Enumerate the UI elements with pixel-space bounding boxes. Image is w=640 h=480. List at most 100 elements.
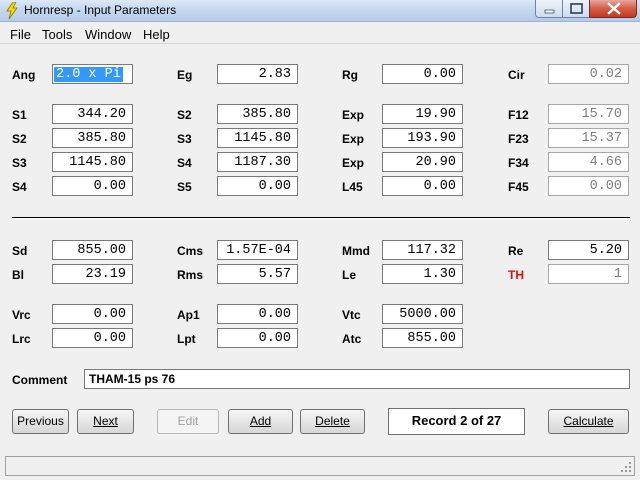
label-mmd: Mmd <box>342 244 370 258</box>
label-s5: S5 <box>177 180 192 194</box>
l45-field[interactable]: 0.00 <box>382 176 463 196</box>
s4-col2-field[interactable]: 1187.30 <box>217 152 298 172</box>
s4-field[interactable]: 0.00 <box>52 176 133 196</box>
label-s2: S2 <box>12 132 27 146</box>
label-le: Le <box>342 268 357 282</box>
label-vrc: Vrc <box>12 308 31 322</box>
label-re: Re <box>508 244 524 258</box>
add-label: Add <box>249 414 272 428</box>
label-rms: Rms <box>177 268 204 282</box>
lrc-field[interactable]: 0.00 <box>52 328 133 348</box>
cir-field: 0.02 <box>548 64 629 84</box>
label-comment: Comment <box>12 373 68 387</box>
vrc-field[interactable]: 0.00 <box>52 304 133 324</box>
label-s3-col2: S3 <box>177 132 192 146</box>
vtc-field[interactable]: 5000.00 <box>382 304 463 324</box>
menu-file[interactable]: File <box>10 27 31 42</box>
next-button[interactable]: Next <box>77 409 134 434</box>
label-f12: F12 <box>508 108 529 122</box>
previous-button[interactable]: Previous <box>12 409 69 434</box>
window-title: Hornresp - Input Parameters <box>24 3 177 17</box>
label-lpt: Lpt <box>177 332 196 346</box>
delete-button[interactable]: Delete <box>300 409 365 434</box>
close-button[interactable] <box>589 0 637 18</box>
label-s2-col2: S2 <box>177 108 192 122</box>
le-field[interactable]: 1.30 <box>382 264 463 284</box>
exp3-field[interactable]: 20.90 <box>382 152 463 172</box>
f23-field: 15.37 <box>548 128 629 148</box>
add-button[interactable]: Add <box>228 409 293 434</box>
section-divider <box>12 217 630 219</box>
s3-field[interactable]: 1145.80 <box>52 152 133 172</box>
label-vtc: Vtc <box>342 308 361 322</box>
s1-field[interactable]: 344.20 <box>52 104 133 124</box>
next-label: Next <box>93 414 118 428</box>
menu-bar: File Tools Window Help <box>0 23 640 44</box>
th-field: 1 <box>548 264 629 284</box>
app-window: Hornresp - Input Parameters File Tools W… <box>0 0 640 480</box>
label-sd: Sd <box>12 244 28 258</box>
calculate-label: Calculate <box>563 414 614 428</box>
label-cir: Cir <box>508 68 525 82</box>
mmd-field[interactable]: 117.32 <box>382 240 463 260</box>
title-bar[interactable]: Hornresp - Input Parameters <box>0 0 640 22</box>
delete-label: Delete <box>315 414 350 428</box>
previous-label: Previous <box>17 414 64 428</box>
eg-field[interactable]: 2.83 <box>217 64 298 84</box>
label-lrc: Lrc <box>12 332 31 346</box>
ap1-field[interactable]: 0.00 <box>217 304 298 324</box>
label-ap1: Ap1 <box>177 308 200 322</box>
maximize-icon <box>570 3 583 14</box>
rg-field[interactable]: 0.00 <box>382 64 463 84</box>
s5-field[interactable]: 0.00 <box>217 176 298 196</box>
rms-field[interactable]: 5.57 <box>217 264 298 284</box>
exp1-field[interactable]: 19.90 <box>382 104 463 124</box>
s2-field[interactable]: 385.80 <box>52 128 133 148</box>
label-l45: L45 <box>342 180 363 194</box>
label-atc: Atc <box>342 332 362 346</box>
label-ang: Ang <box>12 68 36 82</box>
f34-field: 4.66 <box>548 152 629 172</box>
menu-window[interactable]: Window <box>85 27 131 42</box>
label-s4-col2: S4 <box>177 156 192 170</box>
menu-tools[interactable]: Tools <box>42 27 72 42</box>
cms-field[interactable]: 1.57E-04 <box>217 240 298 260</box>
lpt-field[interactable]: 0.00 <box>217 328 298 348</box>
bl-field[interactable]: 23.19 <box>52 264 133 284</box>
exp2-field[interactable]: 193.90 <box>382 128 463 148</box>
maximize-button[interactable] <box>562 0 590 18</box>
calculate-button[interactable]: Calculate <box>548 409 629 434</box>
comment-field[interactable]: THAM-15 ps 76 <box>84 369 630 389</box>
s2-col2-field[interactable]: 385.80 <box>217 104 298 124</box>
label-s3: S3 <box>12 156 27 170</box>
atc-field[interactable]: 855.00 <box>382 328 463 348</box>
close-icon <box>607 2 621 15</box>
ang-value: 2.0 x Pi <box>54 67 123 82</box>
sd-field[interactable]: 855.00 <box>52 240 133 260</box>
s3-col2-field[interactable]: 1145.80 <box>217 128 298 148</box>
label-exp1: Exp <box>342 108 365 122</box>
label-f34: F34 <box>508 156 529 170</box>
label-s1: S1 <box>12 108 27 122</box>
label-rg: Rg <box>342 68 358 82</box>
edit-label: Edit <box>177 414 199 428</box>
label-eg: Eg <box>177 68 193 82</box>
label-exp3: Exp <box>342 156 365 170</box>
edit-button[interactable]: Edit <box>157 409 219 434</box>
label-cms: Cms <box>177 244 204 258</box>
ang-field[interactable]: 2.0 x Pi <box>52 64 133 84</box>
label-bl: Bl <box>12 268 24 282</box>
f45-field: 0.00 <box>548 176 629 196</box>
re-field[interactable]: 5.20 <box>548 240 629 260</box>
record-indicator: Record 2 of 27 <box>388 408 525 435</box>
resize-grip-icon[interactable] <box>620 461 632 473</box>
minimize-button[interactable] <box>535 0 563 18</box>
status-bar <box>5 456 635 476</box>
lightning-icon <box>6 2 18 19</box>
label-f23: F23 <box>508 132 529 146</box>
label-th: TH <box>508 268 524 282</box>
label-exp2: Exp <box>342 132 365 146</box>
f12-field: 15.70 <box>548 104 629 124</box>
menu-help[interactable]: Help <box>143 27 170 42</box>
label-s4: S4 <box>12 180 27 194</box>
